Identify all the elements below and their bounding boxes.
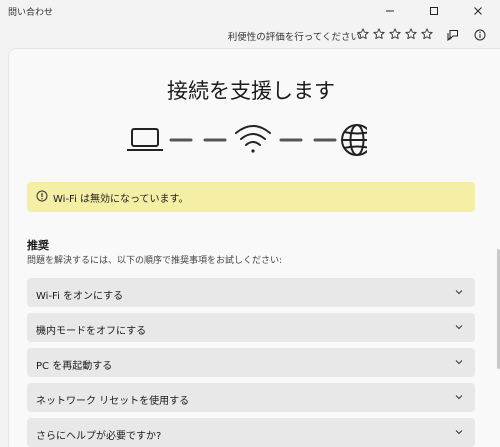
main-content: 接続を支援します Wi-Fi は無効になっています。 推奨 問題を解決するには、… — [8, 48, 500, 447]
minimize-icon — [386, 10, 394, 12]
alert-text: Wi-Fi は無効になっています。 — [53, 194, 189, 205]
maximize-icon — [430, 7, 438, 15]
star-icon[interactable] — [421, 28, 433, 40]
recommendations-title: 推奨 — [27, 239, 49, 252]
feedback-label: 利便性の評価を行ってください — [227, 32, 360, 43]
window-title: 問い合わせ — [8, 8, 54, 18]
feedback-toolbar: 利便性の評価を行ってください — [0, 22, 500, 48]
recommendation-label: さらにヘルプが必要ですか? — [36, 431, 162, 442]
chevron-down-icon — [455, 325, 463, 330]
recommendation-label: Wi-Fi をオンにする — [36, 291, 124, 302]
recommendation-label: PC を再起動する — [36, 361, 113, 372]
star-icon[interactable] — [373, 28, 385, 40]
page-heading: 接続を支援します — [167, 79, 335, 103]
star-icon[interactable] — [405, 28, 417, 40]
minimize-button[interactable] — [368, 0, 412, 22]
recommendation-more-help[interactable]: さらにヘルプが必要ですか? — [27, 418, 475, 447]
warning-icon — [36, 190, 48, 202]
recommendation-label: ネットワーク リセットを使用する — [36, 396, 190, 407]
star-icon[interactable] — [357, 28, 369, 40]
recommendation-restart-pc[interactable]: PC を再起動する — [27, 348, 475, 377]
star-icon[interactable] — [389, 28, 401, 40]
wifi-icon — [235, 125, 271, 153]
close-button[interactable] — [456, 0, 500, 22]
chevron-down-icon — [455, 290, 463, 295]
info-icon — [474, 29, 486, 41]
maximize-button[interactable] — [412, 0, 456, 22]
feedback-button[interactable] — [443, 26, 463, 44]
recommendation-airplane-mode-off[interactable]: 機内モードをオフにする — [27, 313, 475, 342]
chevron-down-icon — [455, 360, 463, 365]
close-icon — [474, 7, 482, 15]
title-bar: 問い合わせ — [0, 0, 500, 22]
feedback-icon — [447, 30, 458, 41]
recommendation-turn-on-wifi[interactable]: Wi-Fi をオンにする — [27, 278, 475, 307]
chevron-down-icon — [455, 395, 463, 400]
recommendations-description: 問題を解決するには、以下の順序で推奨事項をお試しください: — [27, 256, 283, 266]
laptop-icon — [127, 128, 163, 151]
globe-icon — [341, 124, 367, 156]
rating-stars — [357, 28, 433, 40]
recommendation-label: 機内モードをオフにする — [36, 326, 147, 337]
info-button[interactable] — [470, 26, 490, 44]
wifi-disabled-alert: Wi-Fi は無効になっています。 — [27, 182, 475, 212]
connection-status-graphic — [127, 124, 367, 156]
chevron-down-icon — [455, 430, 463, 435]
recommendation-network-reset[interactable]: ネットワーク リセットを使用する — [27, 383, 475, 412]
